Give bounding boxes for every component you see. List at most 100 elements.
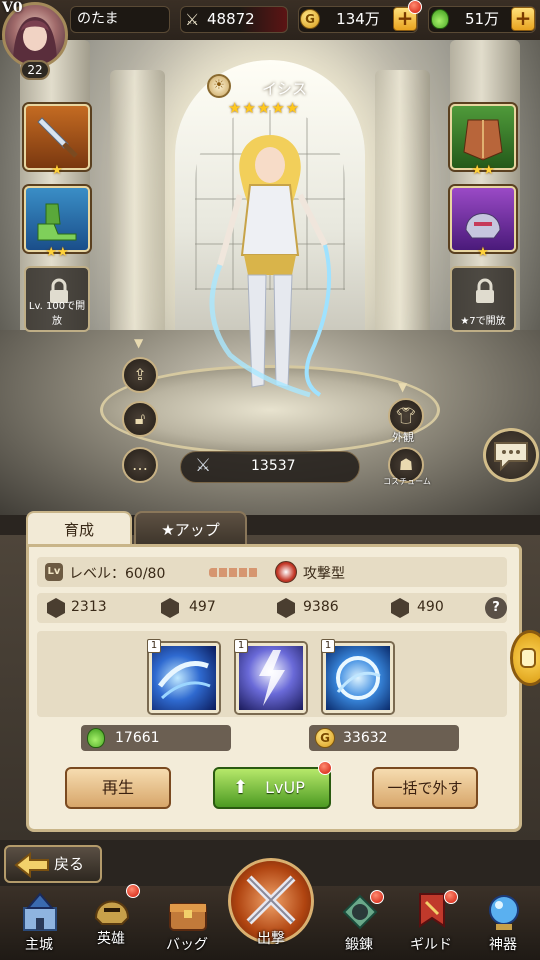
skill-slot-1[interactable] [149, 643, 219, 713]
rebirth-button[interactable]: 再生 [65, 767, 171, 809]
stats-row: 2313 497 9386 490 ? [37, 593, 507, 623]
hood-icon: ☗ [398, 455, 414, 474]
handle-icon [520, 648, 536, 668]
hp-value: 9386 [303, 599, 339, 615]
crossed-swords-icon [246, 875, 296, 925]
crossed-swords-icon: ⚔ [185, 10, 200, 29]
share-icon: ⇪ [133, 365, 147, 384]
helmet-slot[interactable]: ★ [450, 186, 516, 260]
chevron-down-icon: ▼ [398, 380, 408, 394]
armor-icon [463, 119, 503, 161]
player-level: 22 [20, 60, 50, 80]
unequip-all-button[interactable]: 一括で外す [372, 767, 478, 809]
chest-icon [169, 903, 207, 931]
notification-dot [408, 0, 422, 14]
defense-icon [161, 598, 179, 618]
boots-slot-stars: ★★ [45, 245, 69, 260]
nav-bag-label: バッグ [166, 937, 208, 953]
potion-cost-value: 17661 [115, 730, 160, 746]
nav-castle[interactable]: 主城 [4, 890, 74, 956]
unlock-icon: 🔓︎ [134, 409, 146, 428]
defense-value: 497 [189, 599, 216, 615]
boots-slot[interactable]: ★★ [24, 186, 90, 260]
chat-icon [494, 442, 528, 472]
player-power-value: 48872 [207, 10, 255, 28]
crossed-swords-icon: ⚔ [195, 455, 212, 476]
gold-value: 134万 [336, 10, 380, 28]
attack-type-icon [275, 561, 297, 583]
unlock-button[interactable]: 🔓︎ [122, 401, 158, 437]
nav-castle-label: 主城 [25, 937, 53, 953]
weapon-slot-stars: ★ [51, 163, 63, 178]
appearance-label: 外観 [392, 431, 414, 444]
hero-figure[interactable] [200, 125, 340, 405]
chevron-down-icon: ▼ [134, 336, 144, 350]
hero-type: 攻撃型 [303, 566, 345, 582]
potion-value: 51万 [464, 10, 500, 28]
potion-icon [87, 728, 105, 748]
levelup-button[interactable]: ⬆ LvUP [213, 767, 331, 809]
level-row: Lv レベル：60/80 攻撃型 [37, 557, 507, 587]
skill-level-1: 1 [147, 639, 161, 653]
chat-button[interactable] [483, 428, 539, 482]
armor-slot[interactable]: ★★ [450, 104, 516, 178]
arrow-up-icon: ⬆ [233, 777, 249, 798]
notification-dot [318, 761, 332, 775]
add-potion-button[interactable]: + [511, 7, 535, 31]
potion-icon [431, 9, 449, 29]
skill-level-3: 1 [321, 639, 335, 653]
orb-icon [489, 895, 519, 930]
speech-bubble-icon: … [132, 455, 148, 474]
tab-train[interactable]: 育成 [26, 511, 132, 546]
weapon-slot[interactable]: ★ [24, 104, 90, 178]
gold-coin-icon: G [315, 728, 335, 748]
back-label: 戻る [54, 855, 85, 873]
locked-slot-left-caption: Lv. 100で開放 [28, 301, 86, 327]
comment-button[interactable]: … [122, 447, 158, 483]
nav-artifact-label: 神器 [489, 937, 517, 953]
skill-slot-3[interactable] [323, 643, 393, 713]
boots-icon [37, 203, 77, 241]
lightning-icon [259, 650, 285, 706]
back-button[interactable]: 戻る [4, 845, 102, 883]
speed-value: 490 [417, 599, 444, 615]
locked-slot-right[interactable]: ★7で開放 [450, 266, 516, 332]
element-icon: ☀ [207, 74, 231, 98]
locked-slot-left[interactable]: Lv. 100で開放 [24, 266, 90, 332]
notification-dot [370, 890, 384, 904]
helmet-icon [465, 213, 501, 239]
levelup-label: LvUP [265, 778, 305, 797]
nav-guild-label: ギルド [410, 937, 452, 953]
nav-forge[interactable]: 鍛錬 [324, 890, 394, 956]
skill-level-2: 1 [234, 639, 248, 653]
gold-cost-value: 33632 [343, 730, 388, 746]
vip-badge: V0 [2, 0, 23, 16]
lock-icon [476, 278, 494, 303]
gold-coin-icon: G [300, 9, 320, 29]
tab-star-up[interactable]: ★アップ [134, 511, 247, 546]
nav-sortie[interactable]: 出撃 [228, 858, 314, 958]
nav-sortie-label: 出撃 [257, 931, 285, 947]
help-button[interactable]: ? [485, 597, 507, 619]
level-label: レベル：60/80 [69, 566, 166, 582]
helmet-slot-stars: ★ [477, 245, 489, 260]
hp-icon [277, 598, 295, 618]
attack-value: 2313 [71, 599, 107, 615]
share-button[interactable]: ⇪ [122, 357, 158, 393]
hero-name: イシス [262, 80, 308, 98]
hero-power-value: 13537 [251, 458, 296, 474]
hero-stars: ★★★★★ [228, 99, 301, 117]
nav-bag[interactable]: バッグ [152, 890, 222, 956]
level-icon: Lv [45, 563, 63, 581]
skill-slot-2[interactable] [236, 643, 306, 713]
notification-dot [126, 884, 140, 898]
notification-dot [444, 890, 458, 904]
shirt-icon: 👕︎ [395, 406, 417, 425]
whirl-slash-icon [157, 661, 211, 700]
attack-icon [47, 598, 65, 618]
speed-icon [391, 598, 409, 618]
costume-label: コスチューム [383, 477, 431, 486]
nav-forge-label: 鍛錬 [345, 937, 373, 953]
nav-artifact[interactable]: 神器 [468, 890, 538, 956]
locked-slot-right-caption: ★7で開放 [460, 316, 506, 327]
